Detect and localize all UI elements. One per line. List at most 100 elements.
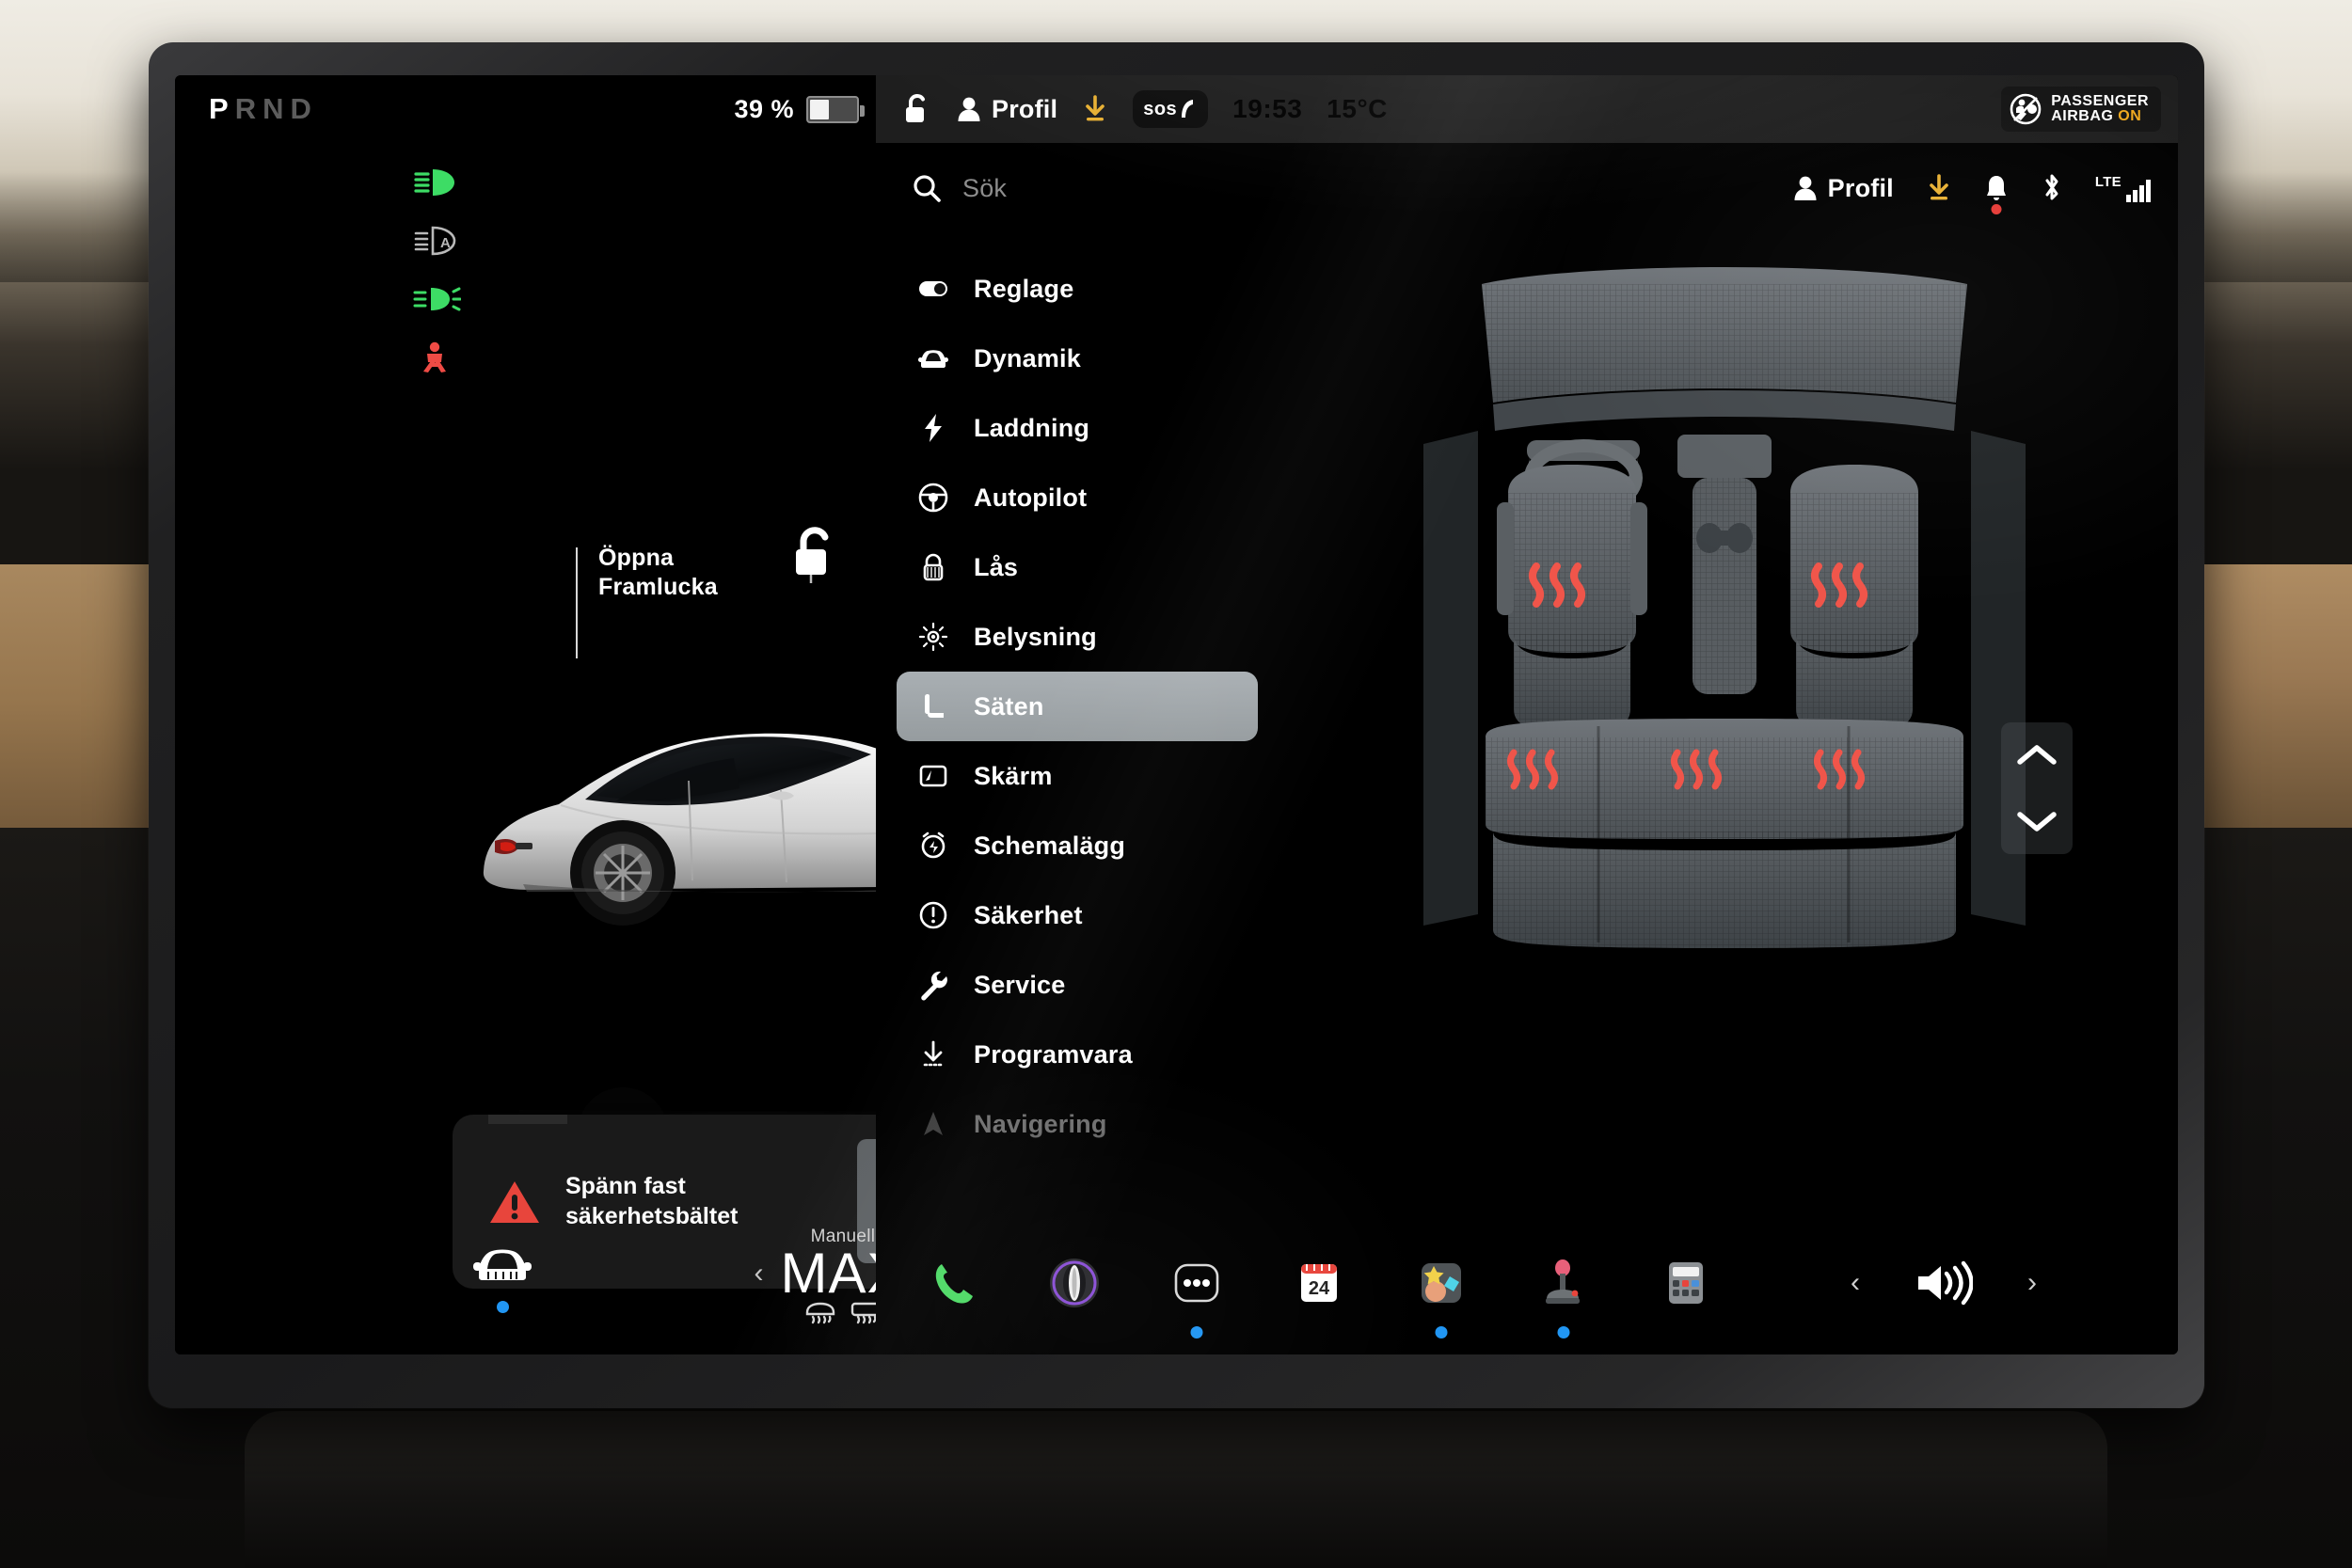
- battery-indicator[interactable]: 39 %: [734, 95, 865, 124]
- airbag-icon: [2010, 93, 2042, 125]
- settings-panel: Profil sos 19:53 15°C PASSENGER AIRBAG O…: [876, 75, 2178, 1354]
- airbag-text: PASSENGER AIRBAG ON: [2051, 92, 2149, 125]
- settings-menu-item-sk-rm[interactable]: Skärm: [897, 741, 1258, 811]
- light-bulb-icon: [917, 621, 949, 653]
- dots-icon: [1174, 1263, 1219, 1303]
- profile-icon: [1794, 176, 1817, 200]
- wrench-icon: [917, 969, 949, 1001]
- settings-menu-item-l-s[interactable]: Lås: [897, 532, 1258, 602]
- headlight-auto-icon: A: [414, 226, 456, 256]
- settings-menu-item-autopilot[interactable]: Autopilot: [897, 463, 1258, 532]
- frunk-callout-line2: Framlucka: [598, 573, 718, 600]
- calculator-icon: [1669, 1262, 1703, 1304]
- settings-menu-item-s-kerhet[interactable]: Säkerhet: [897, 880, 1258, 950]
- search-icon[interactable]: [912, 173, 942, 203]
- signal-bars-icon: [2126, 179, 2151, 202]
- bolt-icon: [917, 412, 949, 444]
- seat-scroll-controls[interactable]: [2001, 722, 2073, 854]
- calendar-day-number: 24: [1309, 1278, 1330, 1299]
- toybox-app[interactable]: [1410, 1252, 1472, 1338]
- settings-menu-item-belysning[interactable]: Belysning: [897, 602, 1258, 672]
- phone-app[interactable]: [921, 1252, 983, 1314]
- calendar-icon: 24: [1301, 1264, 1337, 1302]
- settings-menu-item-reglage[interactable]: Reglage: [897, 254, 1258, 324]
- battery-fill: [810, 99, 830, 119]
- unlock-icon[interactable]: [902, 92, 932, 126]
- seatbelt-alert-line1: Spänn fast: [565, 1173, 686, 1200]
- software-download-icon[interactable]: [1926, 173, 1952, 203]
- clock-label: 19:53: [1232, 94, 1303, 123]
- climate-car-button[interactable]: [471, 1243, 533, 1313]
- calendar-app[interactable]: 24: [1288, 1252, 1350, 1314]
- top-status-bar: Profil sos 19:53 15°C PASSENGER AIRBAG O…: [876, 75, 2178, 143]
- unlock-icon[interactable]: [788, 525, 841, 583]
- climate-decrease-button[interactable]: ‹: [754, 1258, 763, 1290]
- settings-menu-item-service[interactable]: Service: [897, 950, 1258, 1020]
- calculator-app[interactable]: [1655, 1252, 1717, 1314]
- media-previous-button[interactable]: ‹: [1851, 1267, 1860, 1299]
- profile-button-top[interactable]: Profil: [957, 95, 1057, 124]
- profile-icon: [958, 97, 980, 121]
- touchscreen[interactable]: PRND 39 % A Öppna Framlucka Spänn fast s…: [175, 75, 2178, 1354]
- settings-menu-item-navigering[interactable]: Navigering: [897, 1089, 1258, 1159]
- settings-menu-item-dynamik[interactable]: Dynamik: [897, 324, 1258, 393]
- cabin-seats-diagram: [1423, 267, 2026, 948]
- settings-menu-item-laddning[interactable]: Laddning: [897, 393, 1258, 463]
- settings-menu-item-label: Skärm: [974, 761, 1053, 790]
- media-app[interactable]: [1043, 1252, 1105, 1314]
- rear-bench-seat: [1486, 719, 1963, 948]
- defrost-front-icon[interactable]: [803, 1301, 837, 1325]
- seat-visualization[interactable]: [1271, 233, 2178, 1212]
- svg-text:A: A: [440, 235, 451, 251]
- volume-icon[interactable]: [1915, 1260, 1973, 1306]
- search-bar[interactable]: Sök Profil LTE: [876, 143, 2178, 233]
- settings-menu-item-label: Programvara: [974, 1039, 1133, 1069]
- settings-body: Reglage Dynamik Laddning Autopilot Lås Belysn…: [876, 233, 2178, 1212]
- joystick-icon: [1546, 1259, 1580, 1304]
- front-left-seat: [1497, 465, 1647, 734]
- navigation-arrow-icon: [917, 1108, 949, 1140]
- steering-wheel-icon: [917, 482, 949, 514]
- climate-bar: Manuell ‹ MAX ›: [175, 1212, 932, 1354]
- media-next-button[interactable]: ›: [2027, 1267, 2037, 1299]
- profile-label: Profil: [1827, 173, 1894, 202]
- frunk-callout-line1: Öppna: [598, 545, 675, 571]
- settings-menu-item-label: Lås: [974, 552, 1019, 581]
- notifications-button[interactable]: [1984, 174, 2009, 214]
- settings-menu-item-programvara[interactable]: Programvara: [897, 1020, 1258, 1089]
- lte-label: LTE: [2094, 173, 2122, 190]
- software-download-icon[interactable]: [1082, 95, 1108, 123]
- settings-menu-item-label: Reglage: [974, 274, 1074, 303]
- toybox-icon: [1422, 1263, 1461, 1303]
- telltale-lamps: A: [412, 166, 461, 374]
- car-front-icon: [917, 342, 949, 374]
- cellular-signal[interactable]: LTE: [2095, 174, 2153, 203]
- profile-button[interactable]: Profil: [1793, 174, 1894, 203]
- bluetooth-icon[interactable]: [2041, 173, 2063, 203]
- seatbelt-warning-icon: [423, 341, 446, 372]
- airbag-line1: PASSENGER: [2051, 92, 2149, 109]
- chevron-up-icon[interactable]: [2016, 743, 2058, 768]
- airbag-line2: AIRBAG: [2051, 108, 2114, 124]
- frunk-callout[interactable]: Öppna Framlucka: [576, 544, 718, 658]
- more-apps-button[interactable]: [1166, 1252, 1228, 1338]
- sos-phone-icon: [1182, 100, 1194, 118]
- settings-menu-item-label: Navigering: [974, 1109, 1107, 1138]
- media-icon: [1050, 1259, 1099, 1307]
- settings-menu-item-label: Laddning: [974, 413, 1090, 442]
- arcade-app[interactable]: [1533, 1252, 1595, 1338]
- outside-temperature-label: 15°C: [1327, 94, 1388, 123]
- settings-menu-item-s-ten[interactable]: Säten: [897, 672, 1258, 741]
- search-input[interactable]: Sök: [962, 174, 1007, 203]
- gear-indicator: PRND: [209, 92, 318, 125]
- settings-menu-item-label: Service: [974, 970, 1066, 999]
- center-console: [245, 1411, 2107, 1568]
- settings-menu-item-label: Säkerhet: [974, 900, 1083, 929]
- app-dock: 24 ‹ ›: [876, 1212, 2178, 1354]
- chevron-down-icon[interactable]: [2016, 809, 2058, 833]
- fog-light-front-icon: [413, 287, 461, 311]
- settings-menu-item-label: Belysning: [974, 622, 1097, 651]
- settings-menu-item-schemal-gg[interactable]: Schemalägg: [897, 811, 1258, 880]
- sos-button[interactable]: sos: [1133, 90, 1209, 128]
- dock-app-list: 24: [876, 1252, 1717, 1338]
